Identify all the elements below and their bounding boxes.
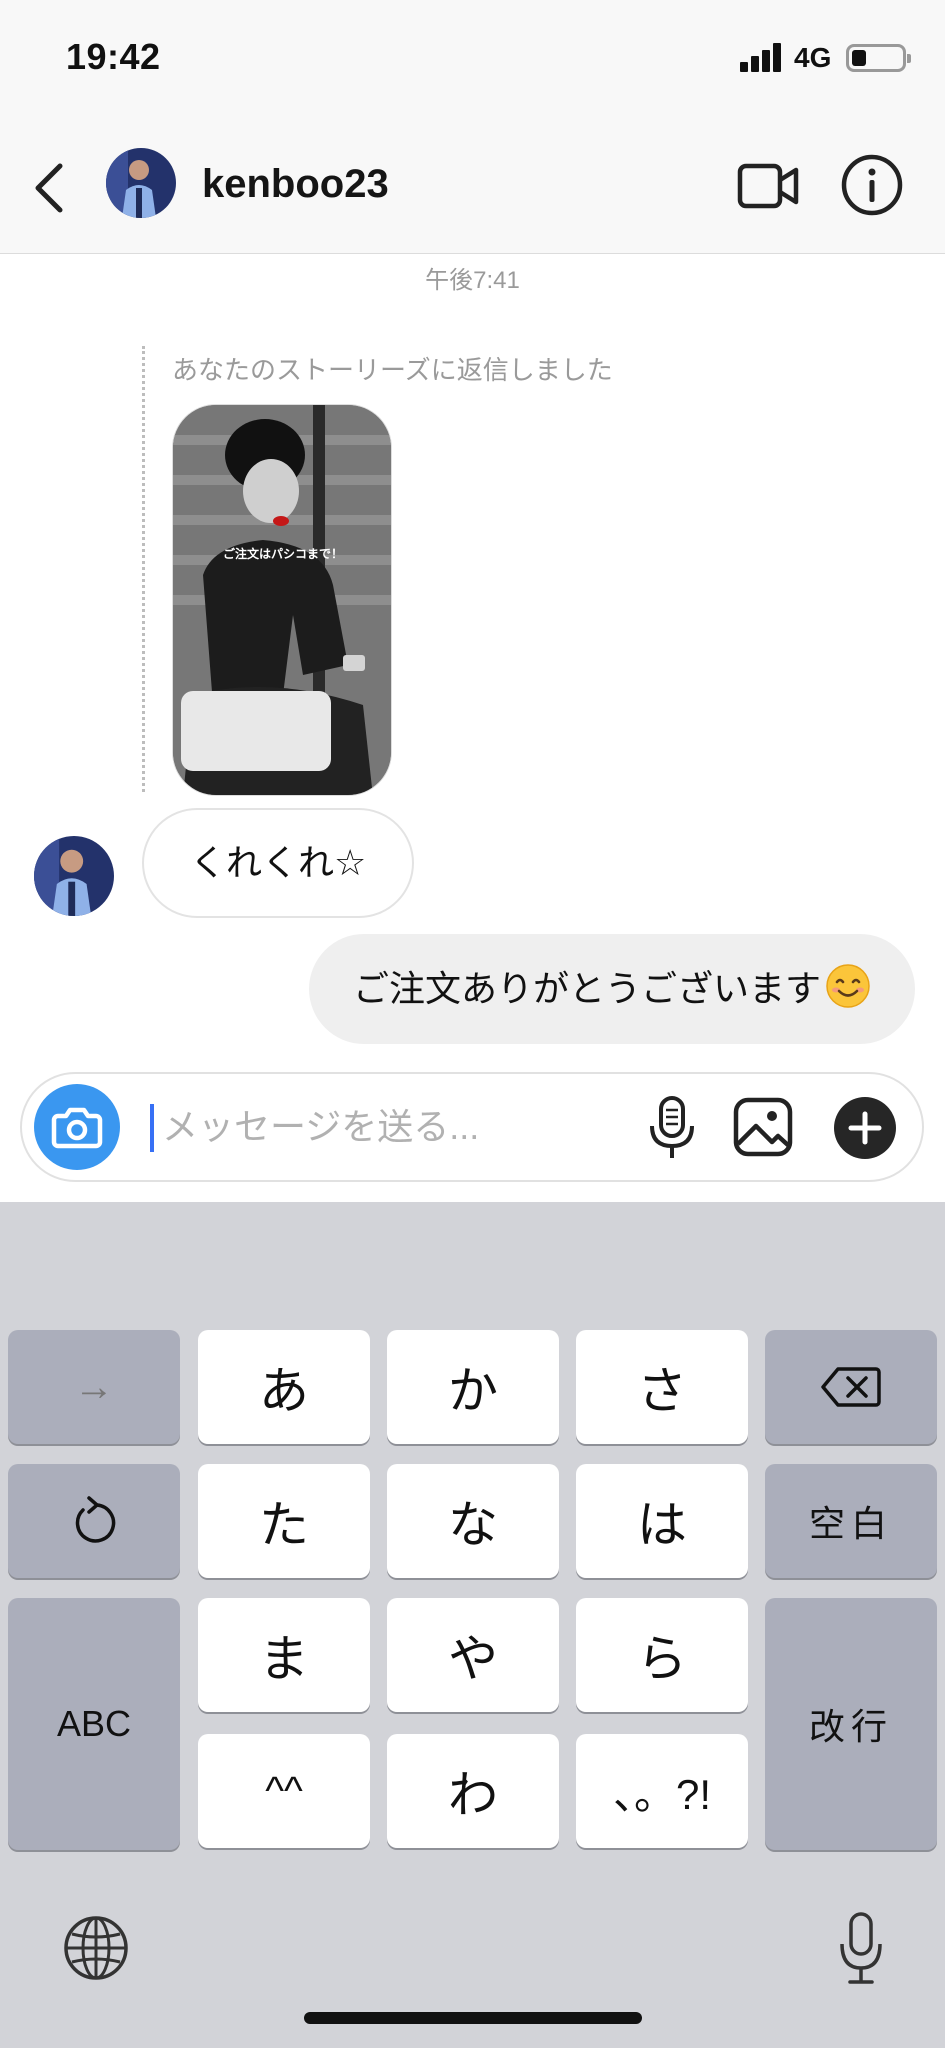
story-thumbnail[interactable]: ご注文はパシコまで！ <box>172 404 392 796</box>
story-caption: ご注文はパシコまで！ <box>222 547 343 561</box>
text-caret <box>150 1104 154 1152</box>
avatar[interactable] <box>34 836 114 916</box>
key-wa[interactable]: わ <box>387 1734 559 1848</box>
key-a[interactable]: あ <box>198 1330 370 1444</box>
key-ma[interactable]: ま <box>198 1598 370 1712</box>
camera-icon[interactable] <box>34 1084 120 1170</box>
message-timestamp: 午後7:41 <box>425 267 520 294</box>
return-key[interactable]: 改行 <box>765 1598 937 1850</box>
network-type: 4G <box>794 42 832 73</box>
avatar[interactable] <box>106 148 176 218</box>
key-na[interactable]: な <box>387 1464 559 1578</box>
incoming-message[interactable]: くれくれ☆ <box>142 808 415 918</box>
globe-icon[interactable] <box>62 1914 130 1982</box>
key-punctuation[interactable]: 、。?! <box>576 1734 748 1848</box>
undo-icon <box>75 1496 116 1543</box>
back-icon[interactable] <box>26 158 78 218</box>
key-kaomoji[interactable]: ^^ <box>198 1734 370 1848</box>
info-icon[interactable] <box>840 153 904 217</box>
key-ha[interactable]: は <box>576 1464 748 1578</box>
story-reply-divider <box>142 346 145 792</box>
story-reply-label: あなたのストーリーズに返信しました <box>172 355 613 385</box>
dictation-mic-icon[interactable] <box>836 1910 886 1986</box>
signal-icon <box>740 42 784 72</box>
message-composer: メッセージを送る... <box>20 1072 924 1182</box>
battery-icon <box>846 44 911 72</box>
status-time: 19:42 <box>66 36 161 77</box>
delete-key[interactable] <box>765 1330 937 1444</box>
key-sa[interactable]: さ <box>576 1330 748 1444</box>
key-ta[interactable]: た <box>198 1464 370 1578</box>
plus-icon[interactable] <box>834 1097 896 1159</box>
undo-key[interactable] <box>8 1464 180 1578</box>
space-key[interactable]: 空白 <box>765 1464 937 1578</box>
status-bar: 19:42 4G <box>0 0 945 120</box>
video-call-icon[interactable] <box>736 156 802 216</box>
key-ka[interactable]: か <box>387 1330 559 1444</box>
key-ra[interactable]: ら <box>576 1598 748 1712</box>
delete-icon <box>821 1367 881 1407</box>
message-input[interactable]: メッセージを送る... <box>162 1098 479 1150</box>
chat-username[interactable]: kenboo23 <box>202 162 389 207</box>
key-ya[interactable]: や <box>387 1598 559 1712</box>
chat-header: kenboo23 <box>0 120 945 254</box>
abc-key[interactable]: ABC <box>8 1598 180 1850</box>
outgoing-message-text: ご注文ありがとうございます <box>352 968 821 1009</box>
home-indicator[interactable] <box>304 2012 642 2024</box>
smiling-face-emoji <box>825 942 871 1008</box>
outgoing-message[interactable]: ご注文ありがとうございます <box>308 934 915 1044</box>
gallery-icon[interactable] <box>732 1096 794 1158</box>
microphone-icon[interactable] <box>644 1094 700 1162</box>
keyboard: → あ か さ た な は 空白 ABC ま や ら 改行 ^^ わ 、。?! <box>0 1202 945 2048</box>
arrow-key[interactable]: → <box>8 1330 180 1444</box>
